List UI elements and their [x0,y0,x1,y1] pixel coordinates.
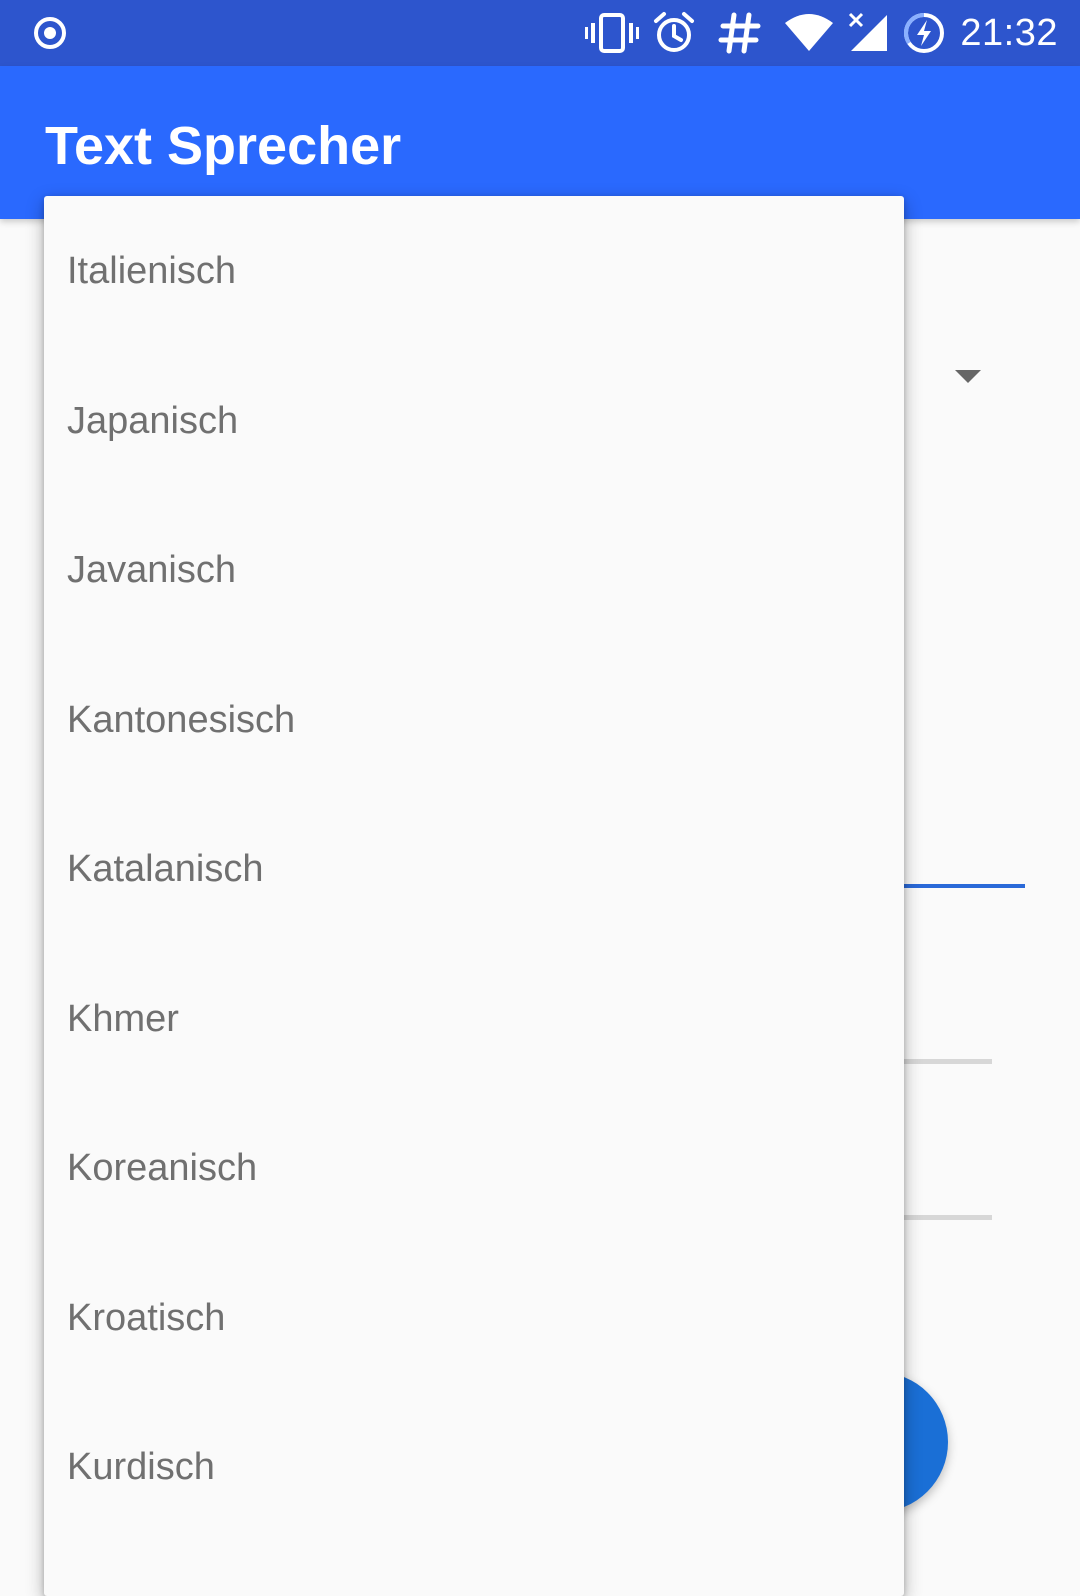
language-option[interactable]: Japanisch [44,346,904,496]
wifi-icon [783,0,835,66]
status-bar: 21:32 [0,0,1080,66]
language-dropdown-list: Italienisch Japanisch Javanisch Kantones… [44,196,904,1596]
language-spinner-arrow-icon[interactable] [955,370,981,383]
record-icon [30,0,70,66]
language-option[interactable]: Kroatisch [44,1243,904,1393]
app-title: Text Sprecher [45,116,402,176]
language-option[interactable]: Khmer [44,944,904,1094]
signal-no-service-icon [847,0,891,66]
alarm-icon [652,0,696,66]
language-option[interactable]: Kurdisch [44,1392,904,1542]
status-time: 21:32 [960,11,1058,54]
vibrate-icon [585,0,639,66]
language-option[interactable]: Italienisch [44,196,904,346]
language-option[interactable]: Kantonesisch [44,645,904,795]
language-option[interactable]: Katalanisch [44,794,904,944]
battery-charging-icon [902,0,946,66]
hashtag-icon [718,0,762,66]
language-option[interactable]: Javanisch [44,495,904,645]
language-option[interactable]: Koreanisch [44,1093,904,1243]
